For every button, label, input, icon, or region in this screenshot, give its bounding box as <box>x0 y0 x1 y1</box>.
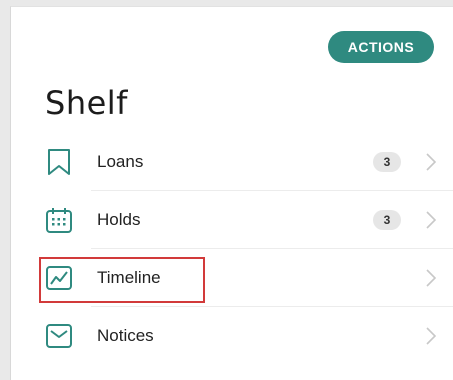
actions-button[interactable]: ACTIONS <box>328 31 434 63</box>
shelf-item-label: Timeline <box>97 268 161 287</box>
count-badge: 3 <box>373 152 401 172</box>
shelf-item-label: Holds <box>97 210 141 229</box>
shelf-item-loans[interactable]: Loans 3 <box>33 133 453 191</box>
bookmark-icon <box>43 146 75 178</box>
page-title: Shelf <box>45 84 128 122</box>
calendar-icon <box>43 204 75 236</box>
chevron-right-icon <box>425 152 437 172</box>
count-badge: 3 <box>373 210 401 230</box>
chevron-right-icon <box>425 268 437 288</box>
shelf-list: Loans 3 Holds 3 Timeline Notices <box>33 133 453 365</box>
chevron-right-icon <box>425 326 437 346</box>
shelf-item-timeline[interactable]: Timeline <box>33 249 453 307</box>
shelf-panel: ACTIONS Shelf Loans 3 Holds 3 Timeline N… <box>10 6 453 380</box>
chevron-right-icon <box>425 210 437 230</box>
shelf-item-label: Loans <box>97 152 144 171</box>
shelf-item-label: Notices <box>97 326 154 345</box>
chart-line-icon <box>43 262 75 294</box>
shelf-item-holds[interactable]: Holds 3 <box>33 191 453 249</box>
envelope-icon <box>43 320 75 352</box>
shelf-item-notices[interactable]: Notices <box>33 307 453 365</box>
